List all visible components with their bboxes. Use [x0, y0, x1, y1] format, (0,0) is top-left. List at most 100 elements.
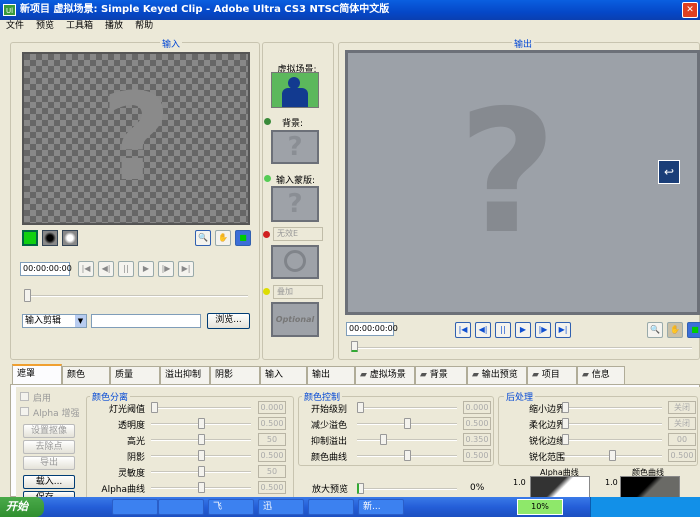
- view-alpha-black-button[interactable]: [42, 230, 58, 246]
- view-composite-button[interactable]: [22, 230, 38, 246]
- slider-thumb[interactable]: [357, 402, 364, 413]
- input-scrub-track[interactable]: [28, 295, 248, 297]
- input-viewer[interactable]: ?: [22, 52, 250, 225]
- slider-thumb[interactable]: [608, 450, 616, 461]
- overlay-slot[interactable]: Optional: [271, 302, 319, 337]
- slider-value[interactable]: 关闭: [668, 401, 696, 414]
- fit-icon[interactable]: ■: [687, 322, 700, 338]
- slider-track[interactable]: [562, 439, 662, 441]
- taskbar-item[interactable]: [308, 499, 354, 515]
- go-end-icon[interactable]: ▶|: [555, 322, 571, 338]
- go-end-icon[interactable]: ▶|: [178, 261, 194, 277]
- input-mask-slot[interactable]: ?: [271, 186, 319, 222]
- slider-thumb[interactable]: [403, 418, 411, 429]
- source-select[interactable]: 输入剪辑 ▼: [22, 314, 87, 328]
- tab-3[interactable]: 溢出抑制: [160, 366, 210, 384]
- slider-thumb[interactable]: [151, 402, 158, 413]
- pause-icon[interactable]: ||: [495, 322, 511, 338]
- tab-8[interactable]: ▰ 背景: [415, 366, 467, 384]
- virtual-set-thumbnail[interactable]: [271, 72, 319, 108]
- fit-icon[interactable]: ■: [235, 230, 251, 246]
- hand-icon[interactable]: ✋: [667, 322, 683, 338]
- export-button[interactable]: 导出: [23, 456, 75, 470]
- step-back-icon[interactable]: ◀|: [475, 322, 491, 338]
- output-scrub-thumb[interactable]: [351, 341, 358, 352]
- zoom-icon[interactable]: 🔍: [647, 322, 663, 338]
- path-input[interactable]: [91, 314, 201, 328]
- taskbar-item[interactable]: [112, 499, 158, 515]
- set-key-button[interactable]: 设置抠像: [23, 424, 75, 438]
- ultra-logo-icon[interactable]: ↩: [658, 160, 680, 184]
- taskbar-item[interactable]: 迅: [258, 499, 304, 515]
- slider-thumb[interactable]: [380, 434, 388, 445]
- slider-value[interactable]: 0.350: [463, 433, 491, 446]
- taskbar-item[interactable]: [158, 499, 204, 515]
- taskbar-item[interactable]: [70, 499, 83, 515]
- tab-2[interactable]: 质量: [110, 366, 160, 384]
- slider-track[interactable]: [357, 407, 457, 409]
- view-alpha-white-button[interactable]: [62, 230, 78, 246]
- taskbar-item[interactable]: 飞: [208, 499, 254, 515]
- slider-thumb[interactable]: [197, 482, 205, 493]
- zoom-preview-track[interactable]: [357, 488, 457, 490]
- load-button[interactable]: 载入...: [23, 475, 75, 489]
- remove-spot-button[interactable]: 去除点: [23, 440, 75, 454]
- tab-7[interactable]: ▰ 虚拟场景: [355, 366, 415, 384]
- play-icon[interactable]: ▶: [515, 322, 531, 338]
- slider-value[interactable]: 0.000: [258, 401, 286, 414]
- slider-value[interactable]: 0.500: [668, 449, 696, 462]
- output-timecode[interactable]: 00:00:00:00: [346, 322, 398, 336]
- play-icon[interactable]: ▶: [138, 261, 154, 277]
- pause-icon[interactable]: ||: [118, 261, 134, 277]
- slider-thumb[interactable]: [562, 434, 569, 445]
- zoom-icon[interactable]: 🔍: [195, 230, 211, 246]
- menu-toolbox[interactable]: 工具箱: [66, 21, 93, 31]
- input-timecode[interactable]: 00:00:00:00: [20, 262, 72, 276]
- browse-button[interactable]: 浏览...: [207, 313, 250, 329]
- slider-value[interactable]: 0.000: [463, 401, 491, 414]
- taskbar-item[interactable]: 新...: [358, 499, 404, 515]
- slider-track[interactable]: [151, 407, 251, 409]
- slider-value[interactable]: 00: [668, 433, 696, 446]
- step-forward-icon[interactable]: |▶: [158, 261, 174, 277]
- slider-track[interactable]: [357, 439, 457, 441]
- step-forward-icon[interactable]: |▶: [535, 322, 551, 338]
- go-start-icon[interactable]: |◀: [78, 261, 94, 277]
- tab-0[interactable]: 遮罩: [12, 364, 62, 384]
- hand-icon[interactable]: ✋: [215, 230, 231, 246]
- input-scrub-thumb[interactable]: [24, 289, 31, 302]
- tab-5[interactable]: 输入: [260, 366, 307, 384]
- slider-value[interactable]: 0.500: [463, 417, 491, 430]
- slider-thumb[interactable]: [197, 418, 205, 429]
- menu-preview[interactable]: 预览: [36, 21, 54, 31]
- slider-value[interactable]: 0.500: [463, 449, 491, 462]
- slider-value[interactable]: 0.500: [258, 481, 286, 494]
- zoom-preview-thumb[interactable]: [357, 483, 364, 494]
- slider-thumb[interactable]: [197, 466, 205, 477]
- slider-value[interactable]: 关闭: [668, 417, 696, 430]
- slider-thumb[interactable]: [197, 450, 205, 461]
- slider-value[interactable]: 0.500: [258, 449, 286, 462]
- menu-file[interactable]: 文件: [6, 21, 24, 31]
- tab-1[interactable]: 颜色: [62, 366, 110, 384]
- step-back-icon[interactable]: ◀|: [98, 261, 114, 277]
- battery-indicator[interactable]: 10%: [517, 499, 563, 515]
- enable-checkbox[interactable]: [20, 392, 29, 401]
- slider-thumb[interactable]: [403, 450, 411, 461]
- slider-track[interactable]: [562, 423, 662, 425]
- color-curve-graph[interactable]: [620, 476, 680, 498]
- tab-9[interactable]: ▰ 输出预览: [467, 366, 527, 384]
- start-button[interactable]: 开始: [0, 497, 44, 517]
- tab-10[interactable]: ▰ 项目: [527, 366, 577, 384]
- tab-11[interactable]: ▰ 信息: [577, 366, 625, 384]
- output-scrub-track[interactable]: [352, 347, 692, 349]
- slider-value[interactable]: 50: [258, 433, 286, 446]
- garbage-select[interactable]: 无效E: [273, 227, 323, 241]
- slider-thumb[interactable]: [562, 418, 569, 429]
- slider-value[interactable]: 50: [258, 465, 286, 478]
- menu-help[interactable]: 帮助: [135, 21, 153, 31]
- slider-thumb[interactable]: [562, 402, 569, 413]
- taskbar-item[interactable]: [86, 499, 99, 515]
- alpha-boost-checkbox[interactable]: [20, 407, 29, 416]
- output-viewer[interactable]: ?: [345, 50, 700, 315]
